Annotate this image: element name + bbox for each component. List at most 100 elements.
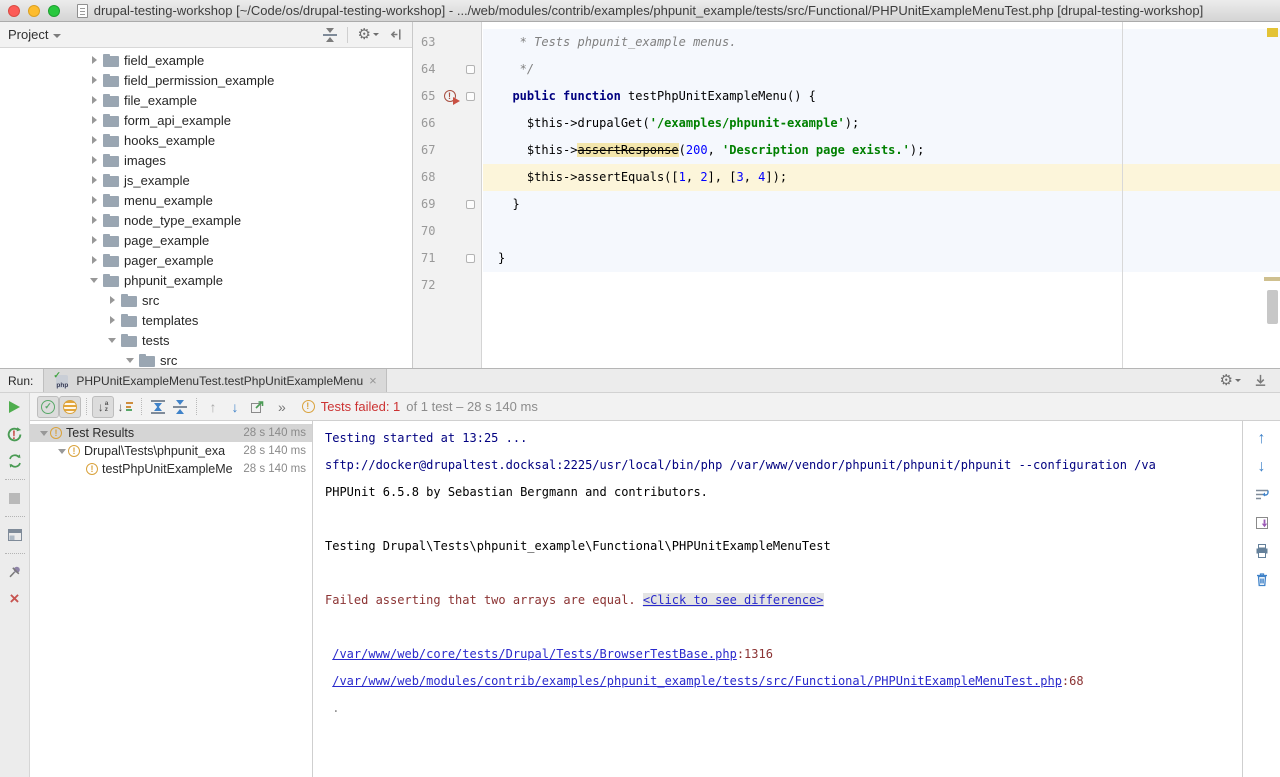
gear-icon[interactable]: ⚙ [358,28,379,42]
code-line-text[interactable]: */ [483,56,1280,83]
minimize-window-button[interactable] [28,5,40,17]
project-panel-title[interactable]: Project [8,27,61,42]
fold-marker-icon[interactable] [466,200,475,209]
scroll-to-end-button[interactable] [1252,513,1272,533]
chevron-right-icon[interactable] [88,234,100,246]
line-number[interactable]: 66 [413,110,441,137]
hide-tool-window-icon[interactable] [1253,373,1268,388]
test-tree-item[interactable]: Test Results28 s 140 ms [30,424,312,442]
console-link[interactable]: /var/www/web/modules/contrib/examples/ph… [332,674,1062,688]
rerun-button[interactable] [6,398,24,416]
print-button[interactable] [1252,541,1272,561]
code-line-text[interactable]: $this->drupalGet('/examples/phpunit-exam… [483,110,1280,137]
chevron-right-icon[interactable] [106,294,118,306]
project-tree-item-field_example[interactable]: field_example [0,50,412,70]
clear-all-button[interactable] [1252,569,1272,589]
line-number[interactable]: 69 [413,191,441,218]
code-line-text[interactable]: $this->assertResponse(200, 'Description … [483,137,1280,164]
project-tree-item-menu_example[interactable]: menu_example [0,190,412,210]
close-tool-window-button[interactable]: × [6,590,24,608]
line-number[interactable]: 70 [413,218,441,245]
project-tree-item-page_example[interactable]: page_example [0,230,412,250]
line-number[interactable]: 72 [413,272,441,299]
close-window-button[interactable] [8,5,20,17]
project-tree-item-src[interactable]: src [0,350,412,368]
line-number[interactable]: 67 [413,137,441,164]
line-number[interactable]: 64 [413,56,441,83]
rerun-failed-tests-button[interactable]: ! [6,425,24,443]
collapse-all-icon[interactable] [323,28,337,42]
chevron-down-icon[interactable] [124,354,136,366]
project-tree-item-phpunit_example[interactable]: phpunit_example [0,270,412,290]
project-tree-item-form_api_example[interactable]: form_api_example [0,110,412,130]
toggle-auto-test-button[interactable] [6,452,24,470]
editor[interactable]: 63 * Tests phpunit_example menus. 64 */ 65… [413,22,1280,368]
chevron-down-icon[interactable] [56,445,68,457]
restore-layout-button[interactable] [6,526,24,544]
chevron-right-icon[interactable] [106,314,118,326]
project-tree-item-images[interactable]: images [0,150,412,170]
up-stack-trace-button[interactable]: ↑ [1252,429,1272,449]
gear-icon[interactable]: ⚙ [1220,374,1241,388]
close-tab-icon[interactable]: × [369,376,377,386]
test-console[interactable]: Testing started at 13:25 ...sftp://docke… [313,421,1242,777]
chevron-right-icon[interactable] [88,154,100,166]
line-number[interactable]: 63 [413,29,441,56]
project-tree-item-hooks_example[interactable]: hooks_example [0,130,412,150]
code-line-text[interactable] [483,218,1280,245]
chevron-right-icon[interactable] [88,254,100,266]
project-tree-item-src[interactable]: src [0,290,412,310]
chevron-down-icon[interactable] [38,427,50,439]
sort-by-duration-button[interactable]: ↓ [114,396,136,418]
caret-stripe-mark[interactable] [1264,277,1280,281]
test-tree-item[interactable]: testPhpUnitExampleMe28 s 140 ms [30,460,312,478]
chevron-right-icon[interactable] [88,194,100,206]
fold-marker-icon[interactable] [466,92,475,101]
project-tree-item-js_example[interactable]: js_example [0,170,412,190]
hide-panel-icon[interactable] [389,27,404,42]
run-tab[interactable]: php✓ PHPUnitExampleMenuTest.testPhpUnitE… [43,369,386,392]
previous-failed-test-button[interactable]: ↑ [202,396,224,418]
test-failed-gutter-icon[interactable] [444,90,456,102]
project-tree-item-tests[interactable]: tests [0,330,412,350]
test-tree-item[interactable]: Drupal\Tests\phpunit_exa28 s 140 ms [30,442,312,460]
fold-marker-icon[interactable] [466,254,475,263]
chevron-right-icon[interactable] [88,94,100,106]
chevron-right-icon[interactable] [88,74,100,86]
chevron-down-icon[interactable] [106,334,118,346]
fold-marker-icon[interactable] [466,65,475,74]
down-stack-trace-button[interactable]: ↓ [1252,457,1272,477]
code-line-text[interactable]: $this->assertEquals([1, 2], [3, 4]); [483,164,1280,191]
sort-alphabetically-button[interactable]: ↓az [92,396,114,418]
pin-tab-button[interactable] [6,563,24,581]
more-actions-icon[interactable]: » [278,399,286,415]
show-ignored-button[interactable] [59,396,81,418]
chevron-right-icon[interactable] [88,54,100,66]
line-number[interactable]: 71 [413,245,441,272]
stop-button[interactable] [6,489,24,507]
chevron-right-icon[interactable] [88,174,100,186]
line-number[interactable]: 65 [413,83,441,110]
project-tree-item-field_permission_example[interactable]: field_permission_example [0,70,412,90]
expand-all-button[interactable] [147,396,169,418]
console-link[interactable]: <Click to see difference> [643,593,824,607]
code-line-text[interactable]: } [483,191,1280,218]
project-tree-item-node_type_example[interactable]: node_type_example [0,210,412,230]
code-line-text[interactable]: * Tests phpunit_example menus. [483,29,1280,56]
editor-scrollbar-thumb[interactable] [1267,290,1278,324]
line-number[interactable]: 68 [413,164,441,191]
code-line-text[interactable]: public function testPhpUnitExampleMenu()… [483,83,1280,110]
code-line-text[interactable]: } [483,245,1280,272]
import-test-results-button[interactable] [246,396,268,418]
chevron-down-icon[interactable] [88,274,100,286]
warning-stripe-mark[interactable] [1267,28,1278,37]
code-line-text[interactable] [483,272,1280,299]
project-tree-item-pager_example[interactable]: pager_example [0,250,412,270]
soft-wrap-button[interactable] [1252,485,1272,505]
next-failed-test-button[interactable]: ↓ [224,396,246,418]
chevron-right-icon[interactable] [88,134,100,146]
show-passed-button[interactable]: ✓ [37,396,59,418]
project-tree-item-file_example[interactable]: file_example [0,90,412,110]
collapse-all-button[interactable] [169,396,191,418]
chevron-right-icon[interactable] [88,214,100,226]
